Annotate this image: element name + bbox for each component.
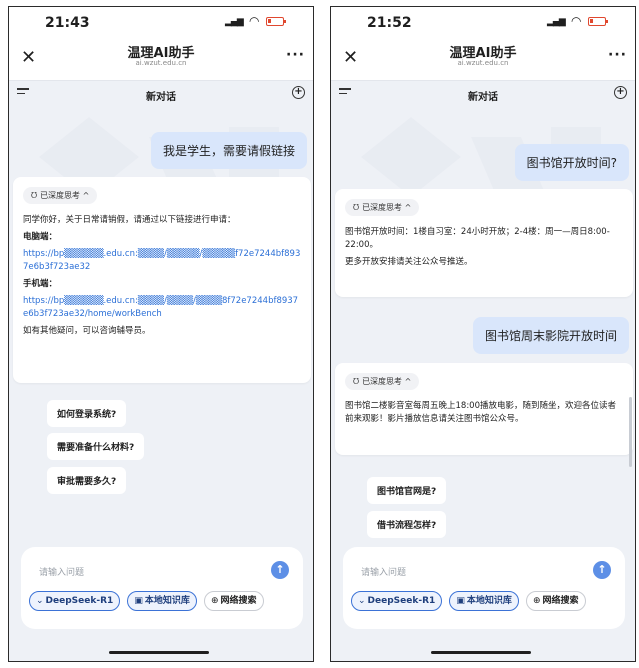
status-time: 21:52 (367, 15, 412, 31)
mobile-link[interactable]: https://bp▒▒▒▒▒▒.edu.cn:▒▒▒▒/▒▒▒▒/▒▒▒▒8f… (23, 295, 301, 321)
app-navbar: ✕ 温理AI助手 ai.wzut.edu.cn ··· (331, 37, 635, 81)
deep-think-label: 已深度思考 ^ (362, 203, 412, 212)
knowledge-base-icon: ▣ (134, 596, 143, 606)
model-label: DeepSeek-R1 (45, 596, 114, 606)
send-arrow-icon[interactable]: ↑ (271, 561, 289, 579)
suggestion-chip[interactable]: 需要准备什么材料? (47, 433, 145, 460)
chevron-down-icon: ⌄ (358, 596, 366, 606)
knowledge-base-chip[interactable]: ▣ 本地知识库 (449, 591, 519, 611)
wifi-icon: ◠ (571, 14, 582, 28)
question-input[interactable]: 请输入问题 (39, 565, 84, 578)
pc-label: 电脑端： (23, 232, 58, 242)
model-label: DeepSeek-R1 (367, 596, 436, 606)
scrollbar[interactable] (629, 397, 632, 467)
brain-icon: ᘮ (353, 203, 360, 212)
phone-screen-left: 21:43 ▂▄▆ ◠ ✕ 温理AI助手 ai.wzut.edu.cn ··· … (8, 6, 314, 662)
ai-response-text: 图书馆二楼影音室每周五晚上18:00播放电影，随到随坐，欢迎各位读者前来观影！影… (345, 401, 616, 424)
knowledge-base-chip[interactable]: ▣ 本地知识库 (127, 591, 197, 611)
ai-outro-text: 如有其他疑问，可以咨询辅导员。 (23, 326, 151, 336)
battery-icon (266, 17, 286, 26)
suggestion-chip[interactable]: 借书流程怎样? (367, 511, 447, 538)
web-search-label: 网络搜索 (542, 596, 579, 606)
globe-icon: ⊕ (533, 596, 541, 606)
deep-think-label: 已深度思考 ^ (40, 191, 90, 200)
question-input[interactable]: 请输入问题 (361, 565, 406, 578)
deep-think-label: 已深度思考 ^ (362, 377, 412, 386)
brain-icon: ᘮ (31, 191, 38, 200)
chat-input-panel: 请输入问题 ↑ ⌄ DeepSeek-R1 ▣ 本地知识库 ⊕ 网络搜索 (343, 547, 625, 629)
chat-title: 新对话 (468, 92, 498, 103)
ai-response-text: 更多开放安排请关注公众号推送。 (345, 257, 473, 267)
user-message-bubble: 图书馆周末影院开放时间 (472, 317, 629, 354)
chevron-down-icon: ⌄ (36, 596, 44, 606)
suggestion-chip[interactable]: 审批需要多久? (47, 467, 127, 494)
chat-input-panel: 请输入问题 ↑ ⌄ DeepSeek-R1 ▣ 本地知识库 ⊕ 网络搜索 (21, 547, 303, 629)
suggestion-chip[interactable]: 图书馆官网是? (367, 477, 447, 504)
home-indicator (431, 651, 531, 654)
brain-icon: ᘮ (353, 377, 360, 386)
status-bar: 21:43 ▂▄▆ ◠ (9, 7, 313, 37)
signal-icon: ▂▄▆ (547, 17, 566, 27)
status-time: 21:43 (45, 15, 90, 31)
model-select-chip[interactable]: ⌄ DeepSeek-R1 (351, 591, 443, 611)
ai-response-card: ᘮ 已深度思考 ^ 图书馆二楼影音室每周五晚上18:00播放电影，随到随坐，欢迎各… (335, 363, 633, 455)
app-navbar: ✕ 温理AI助手 ai.wzut.edu.cn ··· (9, 37, 313, 81)
ai-response-card: ᘮ 已深度思考 ^ 图书馆开放时间：1楼自习室：24小时开放；2-4楼：周一—周日… (335, 189, 633, 297)
model-select-chip[interactable]: ⌄ DeepSeek-R1 (29, 591, 121, 611)
ai-response-text: 图书馆开放时间：1楼自习室：24小时开放；2-4楼：周一—周日8:00-22:0… (345, 227, 610, 250)
web-search-chip[interactable]: ⊕ 网络搜索 (526, 591, 586, 611)
knowledge-base-icon: ▣ (456, 596, 465, 606)
deep-think-toggle[interactable]: ᘮ 已深度思考 ^ (23, 187, 98, 204)
chat-header: 新对话 + (9, 82, 313, 110)
home-indicator (109, 651, 209, 654)
app-url: ai.wzut.edu.cn (457, 59, 509, 67)
user-message-bubble: 图书馆开放时间? (514, 144, 629, 181)
user-message-bubble: 我是学生，需要请假链接 (150, 132, 307, 169)
status-bar: 21:52 ▂▄▆ ◠ (331, 7, 635, 37)
chat-header: 新对话 + (331, 82, 635, 110)
pc-link[interactable]: https://bp▒▒▒▒▒▒.edu.cn:▒▒▒▒/▒▒▒▒▒/▒▒▒▒▒… (23, 248, 301, 274)
deep-think-toggle[interactable]: ᘮ 已深度思考 ^ (345, 373, 420, 390)
web-search-chip[interactable]: ⊕ 网络搜索 (204, 591, 264, 611)
ai-intro-text: 同学你好，关于日常请销假，请通过以下链接进行申请： (23, 215, 236, 225)
web-search-label: 网络搜索 (220, 596, 257, 606)
send-arrow-icon[interactable]: ↑ (593, 561, 611, 579)
phone-screen-right: 21:52 ▂▄▆ ◠ ✕ 温理AI助手 ai.wzut.edu.cn ··· … (330, 6, 636, 662)
globe-icon: ⊕ (211, 596, 219, 606)
more-icon[interactable]: ··· (608, 47, 627, 63)
knowledge-base-label: 本地知识库 (466, 596, 512, 606)
input-options: ⌄ DeepSeek-R1 ▣ 本地知识库 ⊕ 网络搜索 (29, 591, 266, 611)
more-icon[interactable]: ··· (286, 47, 305, 63)
suggestion-chip[interactable]: 如何登录系统? (47, 400, 127, 427)
new-chat-icon[interactable]: + (292, 86, 305, 99)
new-chat-icon[interactable]: + (614, 86, 627, 99)
ai-response-card: ᘮ 已深度思考 ^ 同学你好，关于日常请销假，请通过以下链接进行申请： 电脑端： … (13, 177, 311, 383)
mobile-label: 手机端： (23, 279, 58, 289)
chat-title: 新对话 (146, 92, 176, 103)
wifi-icon: ◠ (249, 14, 260, 28)
knowledge-base-label: 本地知识库 (144, 596, 190, 606)
input-options: ⌄ DeepSeek-R1 ▣ 本地知识库 ⊕ 网络搜索 (351, 591, 588, 611)
battery-icon (588, 17, 608, 26)
signal-icon: ▂▄▆ (225, 17, 244, 27)
app-url: ai.wzut.edu.cn (135, 59, 187, 67)
deep-think-toggle[interactable]: ᘮ 已深度思考 ^ (345, 199, 420, 216)
